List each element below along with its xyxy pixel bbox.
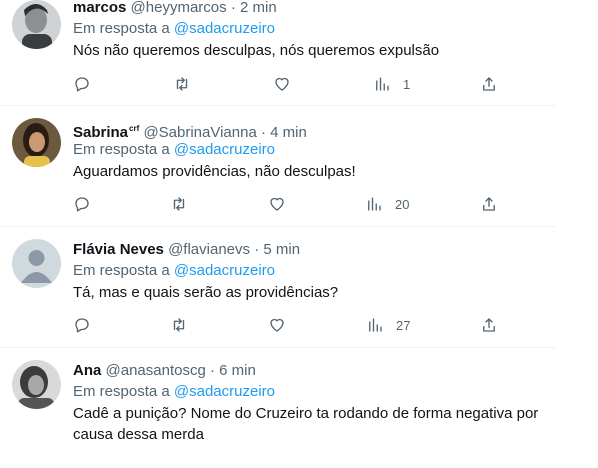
action-bar: 27 (73, 315, 503, 335)
separator: · (260, 124, 266, 141)
like-button[interactable] (268, 194, 286, 214)
views-icon (368, 197, 381, 211)
retweet-icon (176, 77, 188, 91)
timestamp[interactable]: 2 min (240, 0, 277, 16)
timestamp[interactable]: 4 min (270, 124, 307, 141)
action-bar: 20 (73, 194, 503, 214)
views-button[interactable]: 1 (373, 74, 410, 94)
tweet-text: Nós não queremos desculpas, nós queremos… (73, 42, 440, 59)
reply-prefix: Em resposta a (73, 141, 170, 158)
views-count: 1 (403, 76, 411, 92)
timestamp[interactable]: 6 min (219, 362, 256, 379)
retweet-icon (173, 197, 185, 211)
tweet-header: Flávia Neves @flavianevs · 5 min (73, 241, 300, 259)
reply-mention[interactable]: @sadacruzeiro (174, 262, 275, 279)
avatar[interactable] (12, 118, 61, 167)
reply-prefix: Em resposta a (73, 20, 170, 37)
separator: · (230, 0, 236, 16)
share-icon (483, 77, 495, 91)
like-button[interactable] (273, 74, 291, 94)
timestamp[interactable]: 5 min (263, 241, 300, 258)
views-icon (369, 318, 382, 332)
author-handle[interactable]: @SabrinaVianna (143, 124, 256, 141)
share-button[interactable] (480, 194, 498, 214)
share-icon (483, 318, 495, 332)
retweet-button[interactable] (170, 315, 188, 335)
author-name[interactable]: Ana (73, 362, 101, 379)
author-name[interactable]: Flávia Neves (73, 241, 164, 258)
author-handle[interactable]: @anasantoscg (106, 362, 206, 379)
reply-icon (75, 197, 89, 212)
share-icon (483, 197, 495, 211)
share-button[interactable] (480, 74, 498, 94)
author-name[interactable]: marcos (73, 0, 126, 16)
reply-mention[interactable]: @sadacruzeiro (174, 383, 275, 400)
retweet-button[interactable] (173, 74, 191, 94)
reply-context: Em resposta a @sadacruzeiro (73, 262, 275, 280)
author-handle[interactable]: @flavianevs (168, 241, 250, 258)
reply-context: Em resposta a @sadacruzeiro (73, 383, 275, 401)
tweet-header: marcos @heyymarcos · 2 min (73, 0, 277, 17)
tweet-text: Tá, mas e quais serão as providências? (73, 284, 339, 301)
reply-prefix: Em resposta a (73, 262, 170, 279)
name-badge: crf (129, 124, 140, 133)
reply-button[interactable] (73, 194, 91, 214)
separator: · (209, 362, 215, 379)
reply-prefix: Em resposta a (73, 383, 170, 400)
author-name[interactable]: Sabrinacrf (73, 124, 139, 141)
avatar[interactable] (12, 360, 61, 409)
retweet-icon (173, 318, 185, 332)
reply-context: Em resposta a @sadacruzeiro (73, 141, 275, 159)
tweet-marcos[interactable]: marcos @heyymarcos · 2 min Em resposta a… (0, 0, 556, 106)
views-button[interactable]: 27 (366, 315, 410, 335)
reply-mention[interactable]: @sadacruzeiro (174, 20, 275, 37)
like-button[interactable] (268, 315, 286, 335)
views-count: 27 (396, 317, 411, 333)
tweet-text: Aguardamos providências, não desculpas! (73, 163, 356, 180)
reply-button[interactable] (73, 74, 91, 94)
avatar[interactable] (12, 0, 61, 49)
reply-context: Em resposta a @sadacruzeiro (73, 20, 275, 38)
reply-icon (75, 77, 89, 92)
views-icon (376, 77, 389, 91)
reply-mention[interactable]: @sadacruzeiro (174, 141, 275, 158)
tweet-text: Cadê a punição? Nome do Cruzeiro ta roda… (73, 405, 539, 443)
reply-button[interactable] (73, 315, 91, 335)
views-button[interactable]: 20 (365, 194, 409, 214)
avatar[interactable] (12, 239, 61, 288)
tweet-flavia[interactable]: Flávia Neves @flavianevs · 5 min Em resp… (0, 227, 556, 348)
tweet-header: Ana @anasantoscg · 6 min (73, 362, 256, 380)
like-icon (275, 77, 289, 91)
reply-icon (75, 318, 89, 333)
retweet-button[interactable] (170, 194, 188, 214)
tweet-header: Sabrinacrf @SabrinaVianna · 4 min (73, 120, 307, 142)
views-count: 20 (395, 196, 410, 212)
share-button[interactable] (480, 315, 498, 335)
tweet-ana[interactable]: Ana @anasantoscg · 6 min Em resposta a @… (0, 348, 556, 468)
like-icon (270, 197, 284, 211)
tweet-sabrina[interactable]: Sabrinacrf @SabrinaVianna · 4 min Em res… (0, 106, 556, 227)
action-bar: 1 (73, 74, 503, 94)
author-handle[interactable]: @heyymarcos (131, 0, 227, 16)
separator: · (254, 241, 260, 258)
like-icon (270, 318, 284, 332)
